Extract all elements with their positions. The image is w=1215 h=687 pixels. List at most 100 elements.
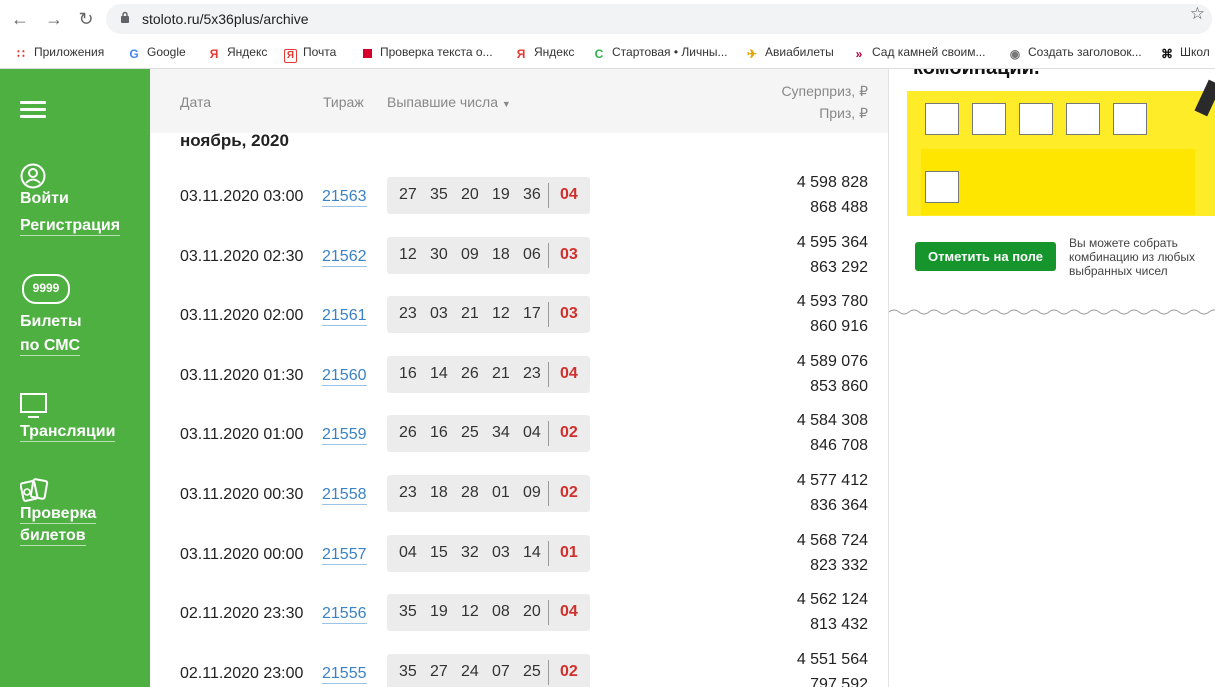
draw-date: 03.11.2020 02:00	[180, 307, 304, 325]
draw-number-link[interactable]: 21557	[322, 546, 367, 565]
ball-divider	[548, 302, 549, 328]
browser-toolbar: ← → ↻ stoloto.ru/5x36plus/archive ☆	[0, 0, 1215, 38]
reload-icon[interactable]: ↻	[76, 9, 96, 29]
number-cell[interactable]	[972, 103, 1006, 135]
superprize-amount: 4 584 308	[796, 412, 868, 430]
table-row: 03.11.2020 00:00 21557 04 15 32 03 14 01 4 568 7…	[150, 527, 888, 587]
drawn-ball: 25	[523, 662, 541, 680]
drawn-numbers: 23 18 28 01 09 02	[387, 475, 590, 512]
bookmark-apps[interactable]: ∷ Приложения	[14, 45, 104, 61]
ball-divider	[548, 361, 549, 387]
superprize-amount: 4 595 364	[796, 233, 868, 251]
bookmark-title[interactable]: ◉ Создать заголовок...	[1008, 45, 1142, 61]
prize-amount: 860 916	[810, 318, 868, 336]
bookmark-google[interactable]: G Google	[127, 45, 185, 61]
sms-tickets-link[interactable]: Билеты	[20, 313, 81, 331]
user-icon	[20, 163, 46, 189]
number-cell[interactable]	[925, 103, 959, 135]
bookmark-text-check[interactable]: Проверка текста о...	[360, 45, 493, 61]
draw-number-link[interactable]: 21561	[322, 307, 367, 327]
sms-tickets-link-line2[interactable]: по СМС	[20, 337, 81, 356]
check-tickets-link[interactable]: Проверка	[20, 505, 97, 524]
superprize-amount: 4 577 412	[796, 472, 868, 489]
sidebar: Войти Регистрация 9999 Билеты по СМС Тра…	[0, 69, 150, 687]
table-row: 03.11.2020 02:30 21562 12 30 09 18 06 03 4 595 3…	[150, 229, 888, 289]
superprize-amount: 4 562 124	[796, 591, 868, 609]
draw-number-link[interactable]: 21562	[322, 248, 367, 267]
header-superprize: Суперприз, ₽	[781, 83, 868, 99]
lock-icon	[121, 11, 129, 23]
drawn-ball: 20	[461, 186, 479, 203]
bonus-ball: 04	[560, 186, 578, 203]
ball-divider	[548, 242, 549, 268]
login-link[interactable]: Войти	[20, 190, 69, 208]
draw-date: 03.11.2020 01:00	[180, 426, 304, 444]
table-row: 03.11.2020 01:30 21560 16 14 26 21 23 04 4 589 0…	[150, 348, 888, 408]
ball-divider	[548, 481, 549, 506]
bookmark-yandex-2[interactable]: Я Яндекс	[514, 45, 575, 61]
header-date: Дата	[180, 94, 212, 110]
drawn-ball: 09	[523, 484, 541, 501]
drawn-ball: 12	[492, 305, 510, 323]
broadcasts-link[interactable]: Трансляции	[20, 423, 116, 442]
drawn-ball: 15	[430, 543, 448, 561]
bonus-number-cell[interactable]	[925, 171, 959, 203]
draw-number-link[interactable]: 21560	[322, 367, 367, 386]
drawn-ball: 06	[523, 245, 541, 263]
table-row: 02.11.2020 23:00 21555 35 27 24 07 25 02 4 551 5…	[150, 646, 888, 687]
bookmark-garden[interactable]: » Сад камней своим...	[852, 45, 986, 61]
drawn-numbers: 26 16 25 34 04 02	[387, 415, 590, 453]
bookmark-star-icon[interactable]: ☆	[1190, 4, 1205, 24]
prize-amount: 863 292	[810, 258, 868, 276]
prize-amount: 823 332	[810, 556, 868, 574]
plane-icon: ✈	[746, 47, 758, 61]
prize-amount: 868 488	[810, 199, 868, 216]
drawn-ball: 16	[399, 364, 417, 382]
number-cell[interactable]	[1019, 103, 1053, 135]
drawn-numbers: 04 15 32 03 14 01	[387, 534, 590, 572]
drawn-ball: 04	[399, 543, 417, 561]
drawn-ball: 16	[430, 424, 448, 442]
ball-divider	[548, 540, 549, 566]
drawn-ball: 01	[492, 484, 510, 501]
drawn-ball: 09	[461, 245, 479, 263]
back-arrow-icon[interactable]: ←	[10, 9, 30, 29]
drawn-ball: 14	[523, 543, 541, 561]
address-bar[interactable]: stoloto.ru/5x36plus/archive	[106, 4, 1212, 34]
drawn-ball: 26	[399, 424, 417, 442]
bookmark-avia[interactable]: ✈ Авиабилеты	[745, 45, 834, 61]
number-cell[interactable]	[1113, 103, 1147, 135]
draw-number-link[interactable]: 21558	[322, 486, 367, 505]
superprize-amount: 4 589 076	[796, 352, 868, 370]
square-icon	[360, 47, 374, 61]
drawn-ball: 12	[399, 245, 417, 263]
bookmark-school[interactable]: ⌘ Школ	[1160, 45, 1210, 61]
url-text: stoloto.ru/5x36plus/archive	[142, 11, 309, 27]
bookmark-mail[interactable]: Я Почта	[284, 45, 336, 63]
drawn-ball: 35	[430, 186, 448, 203]
c-icon: C	[594, 47, 604, 61]
bookmark-start[interactable]: C Стартовая • Личны...	[592, 45, 728, 61]
superprize-amount: 4 593 780	[796, 293, 868, 311]
header-numbers-sort[interactable]: Выпавшие числа ▼	[387, 94, 511, 110]
drawn-ball: 03	[492, 543, 510, 561]
mark-on-field-button[interactable]: Отметить на поле	[915, 242, 1056, 271]
menu-icon[interactable]	[20, 101, 46, 122]
draw-date: 03.11.2020 00:30	[180, 486, 304, 503]
draw-number-link[interactable]: 21563	[322, 188, 367, 207]
number-cell[interactable]	[1066, 103, 1100, 135]
register-link[interactable]: Регистрация	[20, 217, 121, 236]
draw-number-link[interactable]: 21555	[322, 665, 367, 684]
drawn-numbers: 12 30 09 18 06 03	[387, 236, 590, 274]
draw-number-link[interactable]: 21559	[322, 426, 367, 446]
panel-heading: комбинации.	[913, 69, 1040, 80]
bookmarks-bar: ∷ Приложения G Google Я Яндекс Я Почта Прове…	[0, 38, 1215, 69]
forward-arrow-icon[interactable]: →	[44, 9, 64, 29]
bookmark-yandex[interactable]: Я Яндекс	[207, 45, 268, 61]
drawn-ball: 14	[430, 364, 448, 382]
combination-panel: комбинации. Отметить на поле Вы можете с…	[888, 69, 1215, 687]
draw-number-link[interactable]: 21556	[322, 605, 367, 625]
header-draw: Тираж	[323, 94, 364, 110]
drawn-numbers: 35 19 12 08 20 04	[387, 594, 590, 632]
check-tickets-link-line2[interactable]: билетов	[20, 527, 86, 546]
